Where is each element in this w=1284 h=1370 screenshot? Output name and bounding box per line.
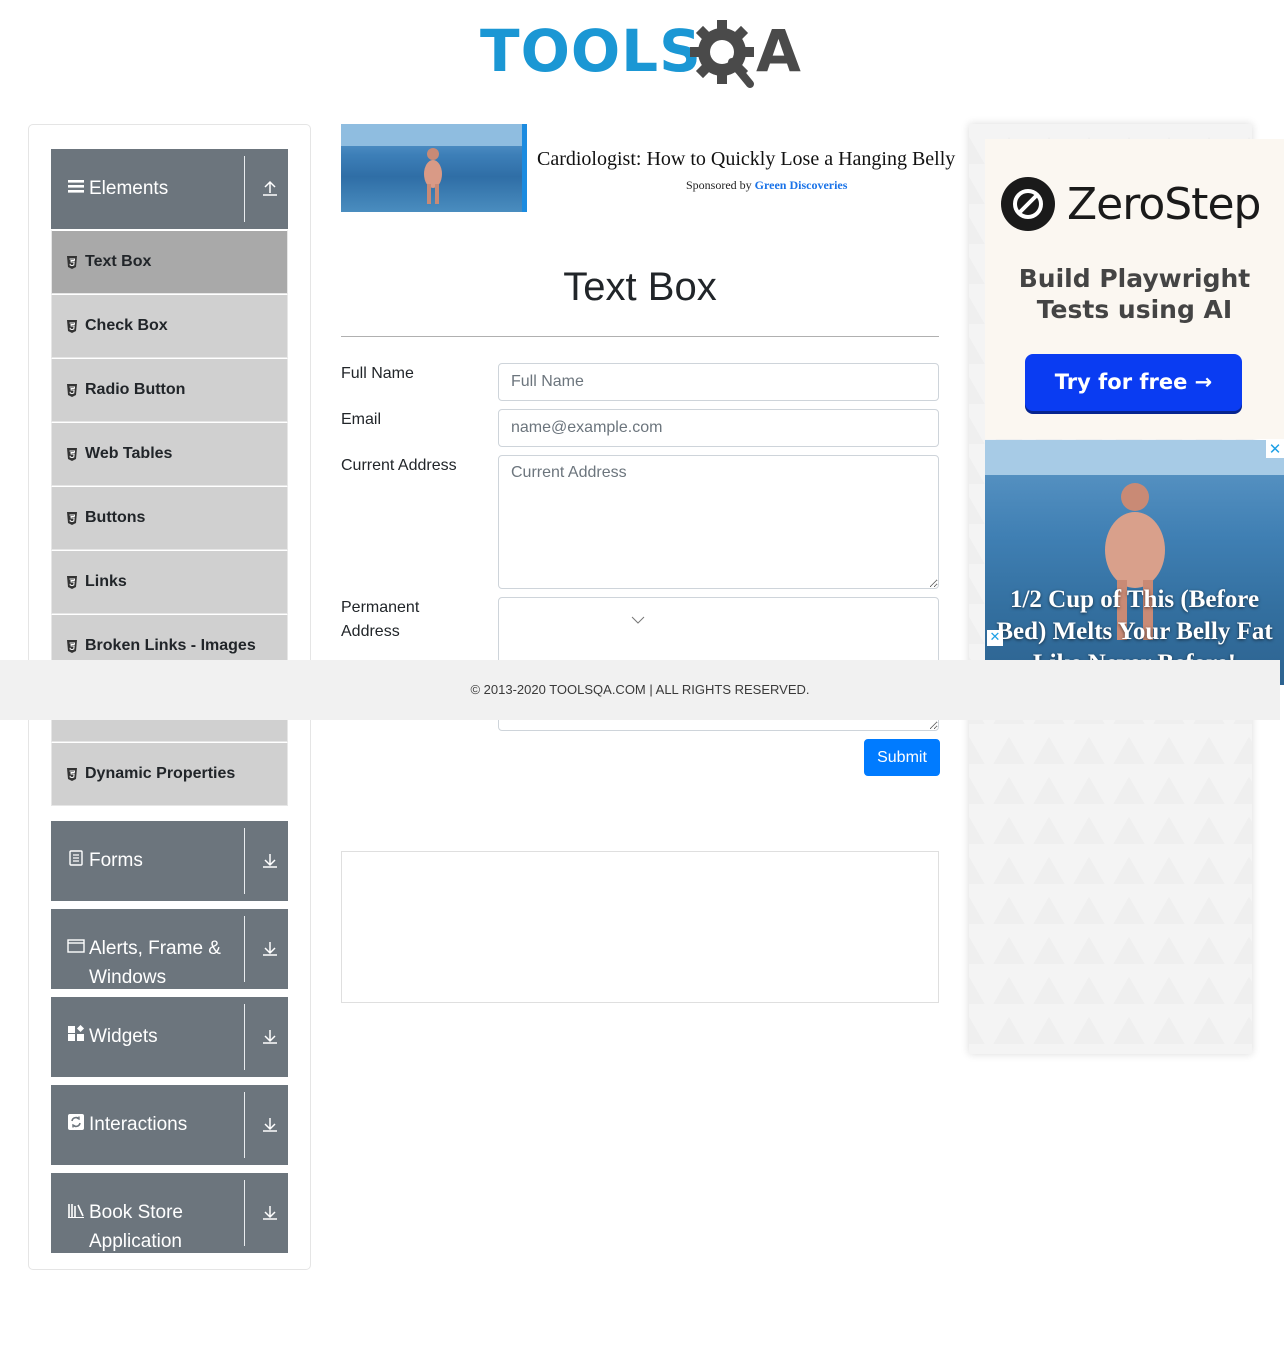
menu-item-label: Check Box [85,317,168,334]
nav-group-title: Alerts, Frame & Windows [89,938,221,988]
zerostep-tagline: Build Playwright Tests using AI [1018,264,1251,324]
interactions-icon [68,1114,84,1130]
nav-group-alerts[interactable]: Alerts, Frame & Windows [51,909,288,989]
menu-item-web-tables[interactable]: Web Tables [51,422,288,486]
html5-icon [67,639,77,653]
download-arrow-icon[interactable] [261,1027,279,1045]
download-arrow-icon[interactable] [261,1203,279,1221]
nav-group-book-store[interactable]: Book Store Application [51,1173,288,1253]
close-icon[interactable]: ✕ [987,630,1003,646]
zerostep-ad[interactable]: ZeroStep Build Playwright Tests using AI… [985,139,1284,439]
menu-item-label: Broken Links - Images [85,637,256,654]
menu-item-label: Links [85,573,127,590]
zerostep-brand: ZeroStep [1067,179,1261,230]
full-name-label: Full Name [341,365,414,382]
menu-item-label: Text Box [85,253,152,270]
divider [244,156,245,222]
chevron-down-icon [631,616,645,624]
ad-sponsor-line: Sponsored by Green Discoveries [686,178,847,193]
menu-item-label: Buttons [85,509,146,526]
menu-item-check-box[interactable]: Check Box [51,294,288,358]
nav-group-interactions[interactable]: Interactions [51,1085,288,1165]
download-arrow-icon[interactable] [261,939,279,957]
footer: © 2013-2020 TOOLSQA.COM | ALL RIGHTS RES… [0,660,1280,720]
menu-item-dynamic-properties[interactable]: Dynamic Properties [51,742,288,806]
beach-ad[interactable]: 1/2 Cup of This (Before Bed) Melts Your … [985,440,1284,685]
beach-photo-icon [341,124,522,204]
try-for-free-button[interactable]: Try for free → [1025,354,1242,411]
close-icon[interactable]: ✕ [1266,440,1284,458]
divider [244,1092,245,1158]
menu-item-label: Radio Button [85,381,186,398]
sponsored-ad-banner[interactable]: Cardiologist: How to Quickly Lose a Hang… [341,124,961,214]
divider [244,828,245,894]
download-arrow-icon[interactable] [261,851,279,869]
footer-copyright: © 2013-2020 TOOLSQA.COM | ALL RIGHTS RES… [470,682,810,697]
zerostep-logo-icon [1001,177,1055,231]
current-address-label: Current Address [341,457,457,474]
divider [244,916,245,982]
permanent-address-label: Permanent Address [341,599,420,640]
window-icon [67,939,85,953]
output-box [341,851,939,1003]
menu-item-buttons[interactable]: Buttons [51,486,288,550]
current-address-input[interactable] [498,455,939,589]
submit-button[interactable]: Submit [864,739,940,776]
sponsor-link[interactable]: Green Discoveries [755,178,848,192]
email-label: Email [341,411,382,428]
divider [244,1004,245,1070]
ad-image[interactable] [341,124,527,212]
toolsqa-logo[interactable]: TOOLS A [480,14,806,92]
nav-group-forms[interactable]: Forms [51,821,288,901]
html5-icon [67,319,77,333]
nav-group-widgets[interactable]: Widgets [51,997,288,1077]
menu-item-label: Dynamic Properties [85,765,236,782]
menu-item-label: Web Tables [85,445,173,462]
document-icon [69,850,83,866]
upload-arrow-icon[interactable] [261,179,279,197]
sponsored-prefix: Sponsored by [686,178,752,192]
nav-group-title: Interactions [89,1114,188,1135]
full-name-input[interactable] [498,363,939,401]
logo-text-a: A [756,17,801,85]
nav-group-title: Forms [89,850,143,871]
nav-group-title: Elements [89,178,169,199]
gear-magnifier-icon [690,20,754,88]
html5-icon [67,383,77,397]
nav-group-title: Book Store Application [89,1202,183,1252]
html5-icon [67,447,77,461]
menu-item-links[interactable]: Links [51,550,288,614]
html5-icon [67,767,77,781]
email-input[interactable] [498,409,939,447]
logo-text-tools: TOOLS [480,17,702,85]
widgets-icon [68,1025,85,1041]
html5-icon [67,255,77,269]
hamburger-icon [68,180,84,193]
nav-group-title: Widgets [89,1026,158,1047]
books-icon [68,1204,84,1218]
menu-item-text-box[interactable]: Text Box [51,230,288,294]
title-divider [341,336,939,337]
ad-headline[interactable]: Cardiologist: How to Quickly Lose a Hang… [537,148,955,171]
page-title: Text Box [563,265,717,309]
html5-icon [67,575,77,589]
nav-group-elements[interactable]: Elements [51,149,288,229]
download-arrow-icon[interactable] [261,1115,279,1133]
menu-item-radio-button[interactable]: Radio Button [51,358,288,422]
html5-icon [67,511,77,525]
divider [244,1180,245,1246]
